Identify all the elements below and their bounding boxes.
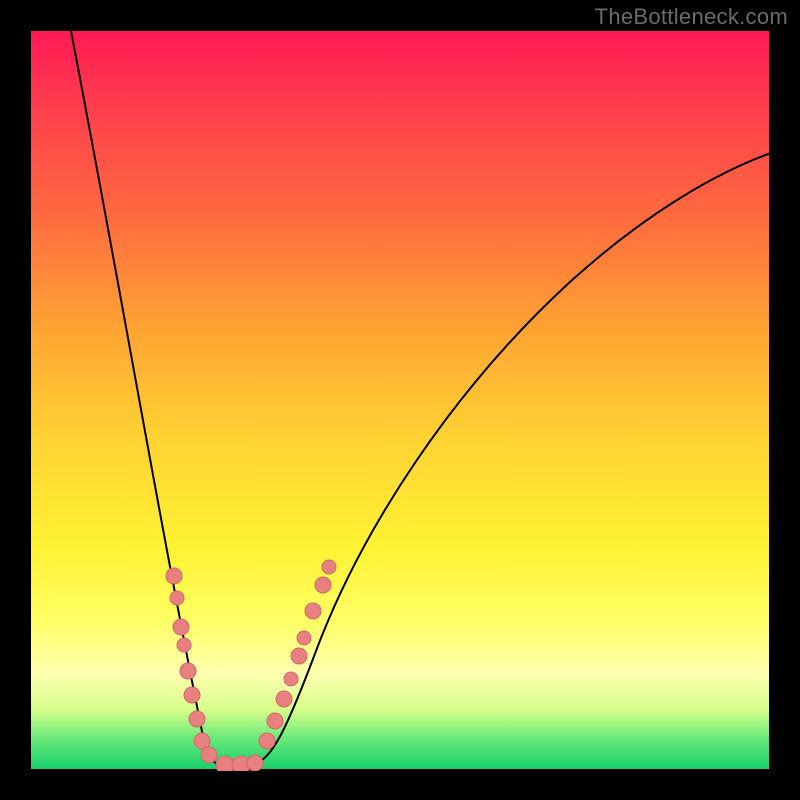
watermark-text: TheBottleneck.com — [595, 4, 788, 30]
marker-dot — [180, 663, 196, 679]
marker-dot — [177, 638, 191, 652]
marker-dot — [305, 603, 321, 619]
markers-bottom-group — [216, 755, 263, 771]
marker-dot — [201, 747, 217, 763]
markers-left-group — [166, 568, 217, 763]
markers-right-group — [259, 560, 336, 749]
marker-dot — [184, 687, 200, 703]
marker-dot — [166, 568, 182, 584]
marker-dot — [315, 577, 331, 593]
curve-left — [71, 31, 253, 767]
chart-frame — [30, 30, 770, 770]
chart-svg — [31, 31, 771, 771]
marker-dot — [297, 631, 311, 645]
marker-dot — [284, 672, 298, 686]
marker-dot — [259, 733, 275, 749]
marker-dot — [291, 648, 307, 664]
marker-dot — [267, 713, 283, 729]
marker-dot — [170, 591, 184, 605]
marker-dot — [247, 755, 263, 771]
curve-right — [253, 153, 771, 764]
marker-dot — [173, 619, 189, 635]
marker-dot — [322, 560, 336, 574]
marker-dot — [194, 733, 210, 749]
marker-dot — [216, 756, 234, 771]
marker-dot — [276, 691, 292, 707]
marker-dot — [189, 711, 205, 727]
